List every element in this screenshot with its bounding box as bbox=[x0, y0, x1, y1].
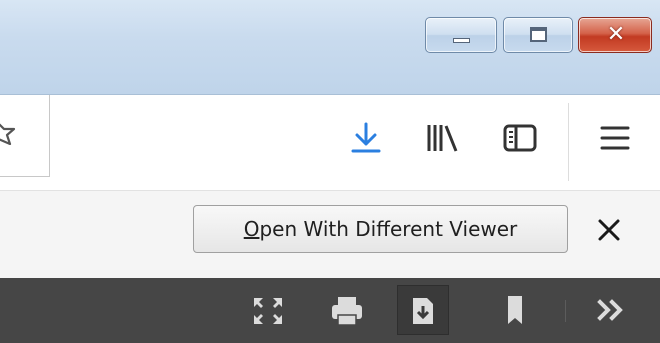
minimize-button[interactable] bbox=[425, 17, 497, 53]
open-with-different-viewer-button[interactable]: Open With Different Viewer bbox=[193, 205, 568, 253]
close-window-button[interactable]: ✕ bbox=[578, 17, 652, 53]
download-icon[interactable] bbox=[348, 120, 384, 156]
close-icon[interactable] bbox=[596, 217, 622, 243]
fullscreen-icon[interactable] bbox=[248, 278, 288, 343]
more-tools-icon[interactable] bbox=[593, 278, 633, 343]
address-bar-end[interactable] bbox=[0, 95, 50, 177]
close-icon: ✕ bbox=[606, 22, 626, 47]
download-icon bbox=[413, 298, 433, 324]
window-titlebar: ✕ bbox=[0, 0, 660, 95]
menu-icon[interactable] bbox=[598, 120, 634, 156]
print-icon[interactable] bbox=[327, 278, 367, 343]
navigation-toolbar bbox=[0, 95, 660, 191]
minimize-icon bbox=[453, 38, 470, 43]
notification-bar: Open With Different Viewer bbox=[0, 191, 660, 278]
maximize-icon bbox=[530, 27, 547, 42]
pdf-viewer-toolbar bbox=[0, 278, 660, 343]
library-icon[interactable] bbox=[425, 120, 461, 156]
bookmark-icon[interactable] bbox=[500, 278, 530, 343]
button-label: pen With Different Viewer bbox=[259, 217, 518, 241]
star-icon[interactable] bbox=[0, 117, 24, 145]
maximize-button[interactable] bbox=[503, 17, 573, 53]
download-button[interactable] bbox=[397, 285, 449, 335]
toolbar-separator bbox=[565, 300, 566, 322]
access-key: O bbox=[243, 217, 260, 241]
sidebar-icon[interactable] bbox=[502, 120, 538, 156]
toolbar-separator bbox=[568, 103, 569, 181]
